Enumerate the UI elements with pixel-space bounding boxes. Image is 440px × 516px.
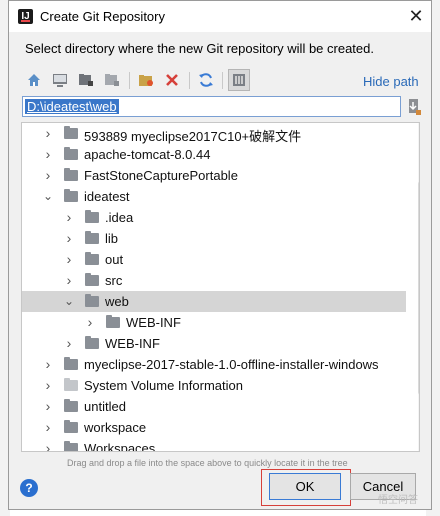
drag-drop-hint: Drag and drop a file into the space abov…	[67, 458, 348, 468]
new-folder-icon[interactable]	[135, 69, 157, 91]
folder-icon	[64, 441, 78, 451]
tree-row[interactable]: › Workspaces	[22, 438, 406, 452]
tree-row-label: WEB-INF	[126, 315, 181, 330]
show-hidden-icon[interactable]	[228, 69, 250, 91]
help-button[interactable]: ?	[20, 479, 38, 497]
chevron-right-icon[interactable]: ›	[42, 378, 54, 392]
dialog-title: Create Git Repository	[40, 9, 165, 24]
toolbar-separator	[129, 72, 130, 89]
delete-icon[interactable]	[161, 69, 183, 91]
folder-icon	[85, 231, 99, 244]
chevron-right-icon[interactable]: ›	[42, 399, 54, 413]
create-git-repository-dialog: IJ Create Git Repository ✕ Select direct…	[8, 0, 432, 510]
tree-row-label: src	[105, 273, 123, 288]
folder-icon	[64, 126, 78, 139]
folder-icon	[64, 357, 78, 370]
chevron-right-icon[interactable]: ›	[42, 126, 54, 140]
folder-icon	[85, 273, 99, 286]
module-icon[interactable]	[101, 69, 123, 91]
path-input[interactable]: D:\ideatest\web	[22, 96, 401, 117]
home-icon[interactable]	[23, 69, 45, 91]
chevron-right-icon[interactable]: ›	[42, 441, 54, 451]
tree-row-label: WEB-INF	[105, 336, 160, 351]
folder-icon	[64, 168, 78, 181]
ok-button[interactable]: OK	[269, 473, 341, 500]
watermark: 悟空问答	[378, 495, 418, 506]
hide-path-link[interactable]: Hide path	[363, 74, 419, 89]
refresh-icon[interactable]	[195, 69, 217, 91]
tree-row-label: Workspaces	[84, 441, 156, 452]
project-icon[interactable]	[75, 69, 97, 91]
chevron-right-icon[interactable]: ›	[63, 231, 75, 245]
path-input-value: D:\ideatest\web	[25, 99, 119, 114]
tree-row-label: myeclipse-2017-stable-1.0-offline-instal…	[84, 357, 379, 372]
tree-row[interactable]: › out	[22, 249, 406, 270]
chevron-right-icon[interactable]: ›	[42, 147, 54, 161]
tree-row[interactable]: › src	[22, 270, 406, 291]
tree-row-label: FastStoneCapturePortable	[84, 168, 238, 183]
chevron-right-icon[interactable]: ›	[84, 315, 96, 329]
folder-icon	[64, 399, 78, 412]
folder-icon	[85, 336, 99, 349]
folder-icon	[64, 378, 78, 391]
tree-row[interactable]: › .idea	[22, 207, 406, 228]
tree-row[interactable]: › System Volume Information	[22, 375, 406, 396]
tree-row[interactable]: › untitled	[22, 396, 406, 417]
chevron-right-icon[interactable]: ›	[63, 252, 75, 266]
chevron-right-icon[interactable]: ›	[63, 336, 75, 350]
tree-row[interactable]: › WEB-INF	[22, 312, 406, 333]
tree-row[interactable]: › apache-tomcat-8.0.44	[22, 144, 406, 165]
folder-icon	[64, 147, 78, 160]
title-bar: IJ Create Git Repository ✕	[9, 1, 431, 32]
folder-icon	[64, 189, 78, 202]
tree-row[interactable]: › WEB-INF	[22, 333, 406, 354]
folder-icon	[106, 315, 120, 328]
tree-row-label: out	[105, 252, 124, 267]
desktop-icon[interactable]	[49, 69, 71, 91]
tree-row-label: workspace	[84, 420, 147, 435]
chevron-right-icon[interactable]: ›	[42, 357, 54, 371]
chevron-down-icon[interactable]: ⌄	[63, 295, 75, 307]
tree-row-label: ideatest	[84, 189, 130, 204]
folder-icon	[85, 252, 99, 265]
folder-icon	[85, 294, 99, 307]
chevron-right-icon[interactable]: ›	[63, 273, 75, 287]
tree-row[interactable]: ⌄ ideatest	[22, 186, 406, 207]
chevron-down-icon[interactable]: ⌄	[42, 190, 54, 202]
dialog-description: Select directory where the new Git repos…	[25, 41, 374, 56]
tree-row[interactable]: › 593889 myeclipse2017C10+破解文件	[22, 123, 406, 144]
chevron-right-icon[interactable]: ›	[42, 168, 54, 182]
chevron-right-icon[interactable]: ›	[42, 420, 54, 434]
close-button[interactable]: ✕	[405, 5, 427, 27]
folder-icon	[85, 210, 99, 223]
tree-row[interactable]: › FastStoneCapturePortable	[22, 165, 406, 186]
intellij-app-icon: IJ	[18, 9, 33, 24]
tree-scrollbar-thumb[interactable]	[418, 181, 419, 395]
chevron-right-icon[interactable]: ›	[63, 210, 75, 224]
toolbar-separator	[222, 72, 223, 89]
tree-row[interactable]: ⌄ web	[22, 291, 406, 312]
tree-row[interactable]: › workspace	[22, 417, 406, 438]
toolbar-separator	[189, 72, 190, 89]
tree-row-label: lib	[105, 231, 119, 246]
directory-tree[interactable]: › Workspaces › workspace › untitled › System Vo…	[21, 122, 420, 452]
tree-row-label: apache-tomcat-8.0.44	[84, 147, 211, 162]
tree-row[interactable]: › lib	[22, 228, 406, 249]
tree-row-label: .idea	[105, 210, 134, 225]
folder-icon	[64, 420, 78, 433]
tree-row-label: untitled	[84, 399, 126, 414]
tree-row-label: web	[105, 294, 129, 309]
download-path-icon[interactable]	[407, 98, 421, 116]
tree-row[interactable]: › myeclipse-2017-stable-1.0-offline-insta…	[22, 354, 406, 375]
tree-row-label: System Volume Information	[84, 378, 243, 393]
tree-row-label: 593889 myeclipse2017C10+破解文件	[84, 129, 302, 144]
